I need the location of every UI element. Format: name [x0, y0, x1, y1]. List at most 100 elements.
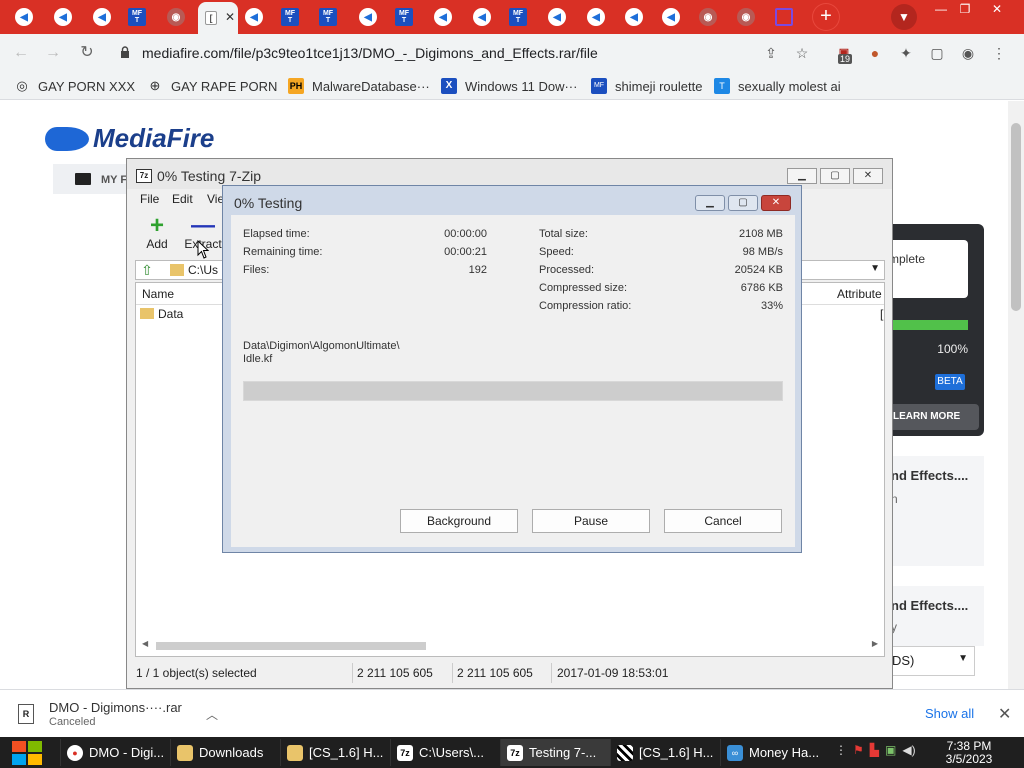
- download-percent: 100%: [937, 342, 968, 356]
- window-restore-button[interactable]: ❐: [948, 0, 982, 18]
- tab-close-icon[interactable]: ✕: [225, 10, 235, 24]
- scroll-right-icon[interactable]: ▶: [872, 639, 878, 648]
- tab-mediafire[interactable]: ◀: [45, 4, 81, 30]
- scrollbar-thumb[interactable]: [1011, 123, 1021, 311]
- network-icon[interactable]: ▣: [885, 743, 896, 763]
- folder-up-icon[interactable]: ⇧: [138, 262, 156, 278]
- tab-mediafire[interactable]: ◀: [84, 4, 120, 30]
- tab-globe[interactable]: ◉: [728, 4, 764, 30]
- profile-icon[interactable]: ◉: [959, 44, 977, 62]
- maximize-button[interactable]: ▢: [728, 195, 758, 211]
- current-file-line: Idle.kf: [243, 353, 273, 365]
- page-scrollbar[interactable]: [1008, 101, 1024, 689]
- background-button[interactable]: Background: [400, 509, 518, 533]
- tab-purple[interactable]: [766, 4, 802, 30]
- menu-edit[interactable]: Edit: [172, 192, 193, 206]
- column-attributes[interactable]: Attribute: [837, 287, 882, 301]
- red-flag-icon[interactable]: ▙: [870, 743, 879, 763]
- flag-icon[interactable]: ⚑: [853, 743, 864, 763]
- tab-mediafire[interactable]: ◀: [350, 4, 386, 30]
- chevron-up-icon[interactable]: ︿: [206, 706, 218, 723]
- tab-mediafire[interactable]: ◀: [616, 4, 652, 30]
- show-all-link[interactable]: Show all: [925, 706, 974, 721]
- files-value: 192: [468, 264, 487, 276]
- download-filename[interactable]: DMO - Digimons····.rar: [49, 700, 182, 715]
- mf-icon: MF: [591, 78, 607, 94]
- taskbar-item-folder[interactable]: [CS_1.6] H...: [280, 739, 390, 766]
- taskbar-item-cs[interactable]: [CS_1.6] H...: [610, 739, 720, 766]
- add-button[interactable]: + Add: [135, 214, 179, 259]
- system-tray: ⋮ ⚑ ▙ ▣ ◀): [835, 743, 916, 763]
- back-arrow-icon[interactable]: ←: [10, 42, 32, 64]
- tab-mft[interactable]: MF T: [119, 4, 155, 30]
- chevron-down-icon[interactable]: ▼: [870, 263, 880, 274]
- overflow-dots-icon[interactable]: ⋮: [835, 743, 847, 763]
- plus-icon[interactable]: +: [813, 4, 839, 30]
- menu-file[interactable]: File: [140, 192, 159, 206]
- menu-dots-icon[interactable]: ⋮: [990, 44, 1008, 62]
- language-select[interactable]: DS) ▼: [889, 646, 975, 676]
- tab-active[interactable]: [ ✕: [198, 2, 238, 34]
- mediafire-tab-icon: ◀: [625, 8, 643, 26]
- tab-mediafire[interactable]: ◀: [539, 4, 575, 30]
- clock-date: 3/5/2023: [945, 752, 993, 766]
- tab-mediafire[interactable]: ◀: [236, 4, 272, 30]
- close-button[interactable]: ✕: [761, 195, 791, 211]
- related-file-card[interactable]: nd Effects.... y: [889, 586, 984, 646]
- bookmark-item[interactable]: ◎ GAY PORN XXX: [14, 77, 135, 95]
- clock[interactable]: 7:38 PM 3/5/2023: [934, 740, 1004, 766]
- minimize-button[interactable]: ▁: [787, 168, 817, 184]
- reload-icon[interactable]: ↻: [76, 42, 98, 64]
- learn-more-button[interactable]: LEARN MORE: [889, 404, 979, 430]
- close-icon[interactable]: ✕: [998, 704, 1011, 724]
- taskbar-item-visual-studio[interactable]: ∞ Money Ha...: [720, 739, 828, 766]
- tab-mft[interactable]: MF T: [310, 4, 346, 30]
- tab-mediafire[interactable]: ◀: [6, 4, 42, 30]
- side-panel-icon[interactable]: ▢: [928, 44, 946, 62]
- dialog-titlebar[interactable]: 0% Testing ▁ ▢ ✕: [223, 186, 801, 214]
- mediafire-logo[interactable]: MediaFire: [45, 123, 214, 154]
- minimize-button[interactable]: ▁: [695, 195, 725, 211]
- scroll-left-icon[interactable]: ◀: [142, 639, 148, 648]
- tab-mft[interactable]: MF T: [386, 4, 422, 30]
- taskbar-item-7zip[interactable]: 7z C:\Users\...: [390, 739, 500, 766]
- bookmark-star-icon[interactable]: ☆: [793, 44, 811, 62]
- forward-arrow-icon[interactable]: →: [42, 42, 64, 64]
- taskbar-item-7zip-testing[interactable]: 7z Testing 7-...: [500, 739, 610, 766]
- tab-mft[interactable]: MF T: [272, 4, 308, 30]
- item-name: Data: [158, 307, 184, 321]
- taskbar-item-chrome[interactable]: ● DMO - Digi...: [60, 739, 170, 766]
- mediafire-tab-icon: ◀: [548, 8, 566, 26]
- tab-mediafire[interactable]: ◀: [578, 4, 614, 30]
- maximize-button[interactable]: ▢: [820, 168, 850, 184]
- tab-mft[interactable]: MF T: [500, 4, 536, 30]
- column-name[interactable]: Name: [142, 287, 174, 301]
- tab-mediafire[interactable]: ◀: [653, 4, 689, 30]
- tab-globe[interactable]: ◉: [690, 4, 726, 30]
- bookmark-item[interactable]: Tsexually molest ai: [714, 77, 841, 95]
- close-button[interactable]: ✕: [853, 168, 883, 184]
- windows-start-icon[interactable]: [10, 739, 44, 766]
- download-status-box: mplete: [889, 240, 968, 298]
- taskbar-item-downloads[interactable]: Downloads: [170, 739, 280, 766]
- tab-mediafire[interactable]: ◀: [425, 4, 461, 30]
- bookmark-item[interactable]: PH MalwareDatabase···: [288, 77, 430, 95]
- bookmark-item[interactable]: MF shimeji roulette: [591, 77, 702, 95]
- downloads-shelf: R DMO - Digimons····.rar Canceled ︿ Show…: [0, 689, 1024, 737]
- pause-button[interactable]: Pause: [532, 509, 650, 533]
- related-file-card[interactable]: nd Effects.... n: [889, 456, 984, 566]
- volume-icon[interactable]: ◀): [902, 743, 915, 763]
- window-close-button[interactable]: ✕: [980, 0, 1014, 18]
- share-icon[interactable]: ⇪: [762, 44, 780, 62]
- tab-search-button[interactable]: ▼: [891, 4, 917, 30]
- horizontal-scrollbar[interactable]: ◀ ▶: [142, 639, 878, 653]
- puzzle-icon[interactable]: ✦: [897, 44, 915, 62]
- bookmark-item[interactable]: ⊕ GAY RAPE PORN: [147, 77, 278, 95]
- cancel-button[interactable]: Cancel: [664, 509, 782, 533]
- address-bar[interactable]: mediafire.com/file/p3c9teo1tce1j13/DMO_-…: [108, 38, 824, 68]
- scrollbar-thumb[interactable]: [156, 642, 426, 650]
- tab-globe[interactable]: ◉: [158, 4, 194, 30]
- bookmark-item[interactable]: X Windows 11 Dow···: [441, 77, 577, 95]
- avatar-extension-icon[interactable]: ●: [866, 44, 884, 62]
- tab-mediafire[interactable]: ◀: [464, 4, 500, 30]
